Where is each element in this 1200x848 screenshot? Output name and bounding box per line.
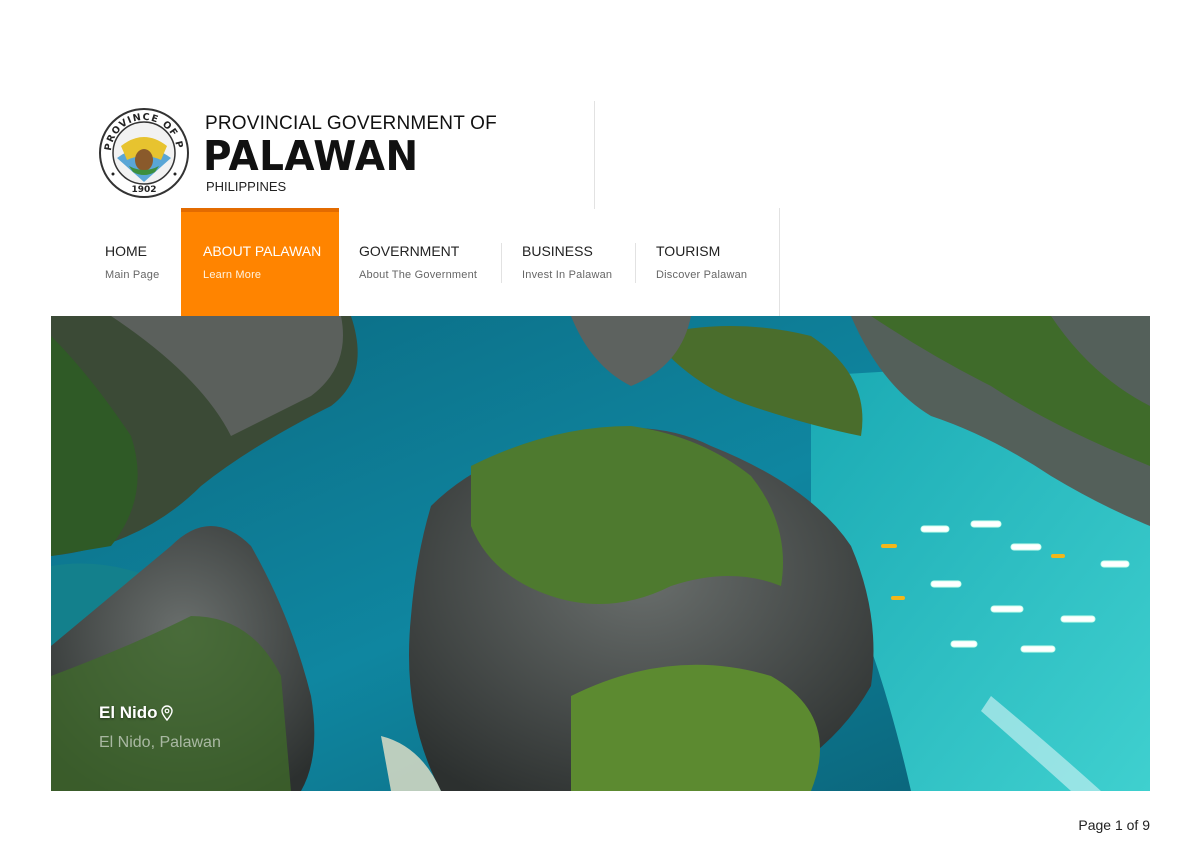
nav-item-about-palawan[interactable]: ABOUT PALAWAN Learn More <box>181 208 339 316</box>
hero-landscape-illustration <box>51 316 1150 791</box>
hero-caption-subtitle: El Nido, Palawan <box>99 734 221 751</box>
hero-caption-title: El Nido <box>99 703 174 723</box>
page-indicator: Page 1 of 9 <box>1078 817 1150 833</box>
brand-title-main: PALAWAN <box>203 132 419 180</box>
nav-item-tourism-sub: Discover Palawan <box>656 269 748 281</box>
nav-end-divider <box>779 208 780 316</box>
nav-item-home-label: HOME <box>105 243 147 259</box>
nav-item-about-label: ABOUT PALAWAN <box>203 243 322 259</box>
provincial-seal-icon[interactable]: PROVINCE OF PALAWAN 1902 <box>93 100 189 198</box>
nav-item-home-sub: Main Page <box>105 269 160 281</box>
nav-item-home[interactable]: HOME Main Page <box>92 208 181 316</box>
nav-item-government-label: GOVERNMENT <box>359 243 460 259</box>
hero-image[interactable]: El Nido El Nido, Palawan <box>51 316 1150 791</box>
svg-text:1902: 1902 <box>131 185 156 195</box>
location-pin-icon <box>160 705 174 721</box>
header-divider <box>594 101 595 209</box>
brand-title-sub: PHILIPPINES <box>206 179 287 194</box>
nav-item-government[interactable]: GOVERNMENT About The Government <box>339 208 502 316</box>
nav-item-tourism-label: TOURISM <box>656 243 721 259</box>
nav-item-about-sub: Learn More <box>203 269 262 281</box>
nav-item-business-label: BUSINESS <box>522 243 593 259</box>
nav-item-business-sub: Invest In Palawan <box>522 269 613 281</box>
hero-caption-title-text: El Nido <box>99 703 158 722</box>
nav-item-government-sub: About The Government <box>359 269 478 281</box>
nav-item-business[interactable]: BUSINESS Invest In Palawan <box>502 208 635 316</box>
nav-item-tourism[interactable]: TOURISM Discover Palawan <box>636 208 779 316</box>
